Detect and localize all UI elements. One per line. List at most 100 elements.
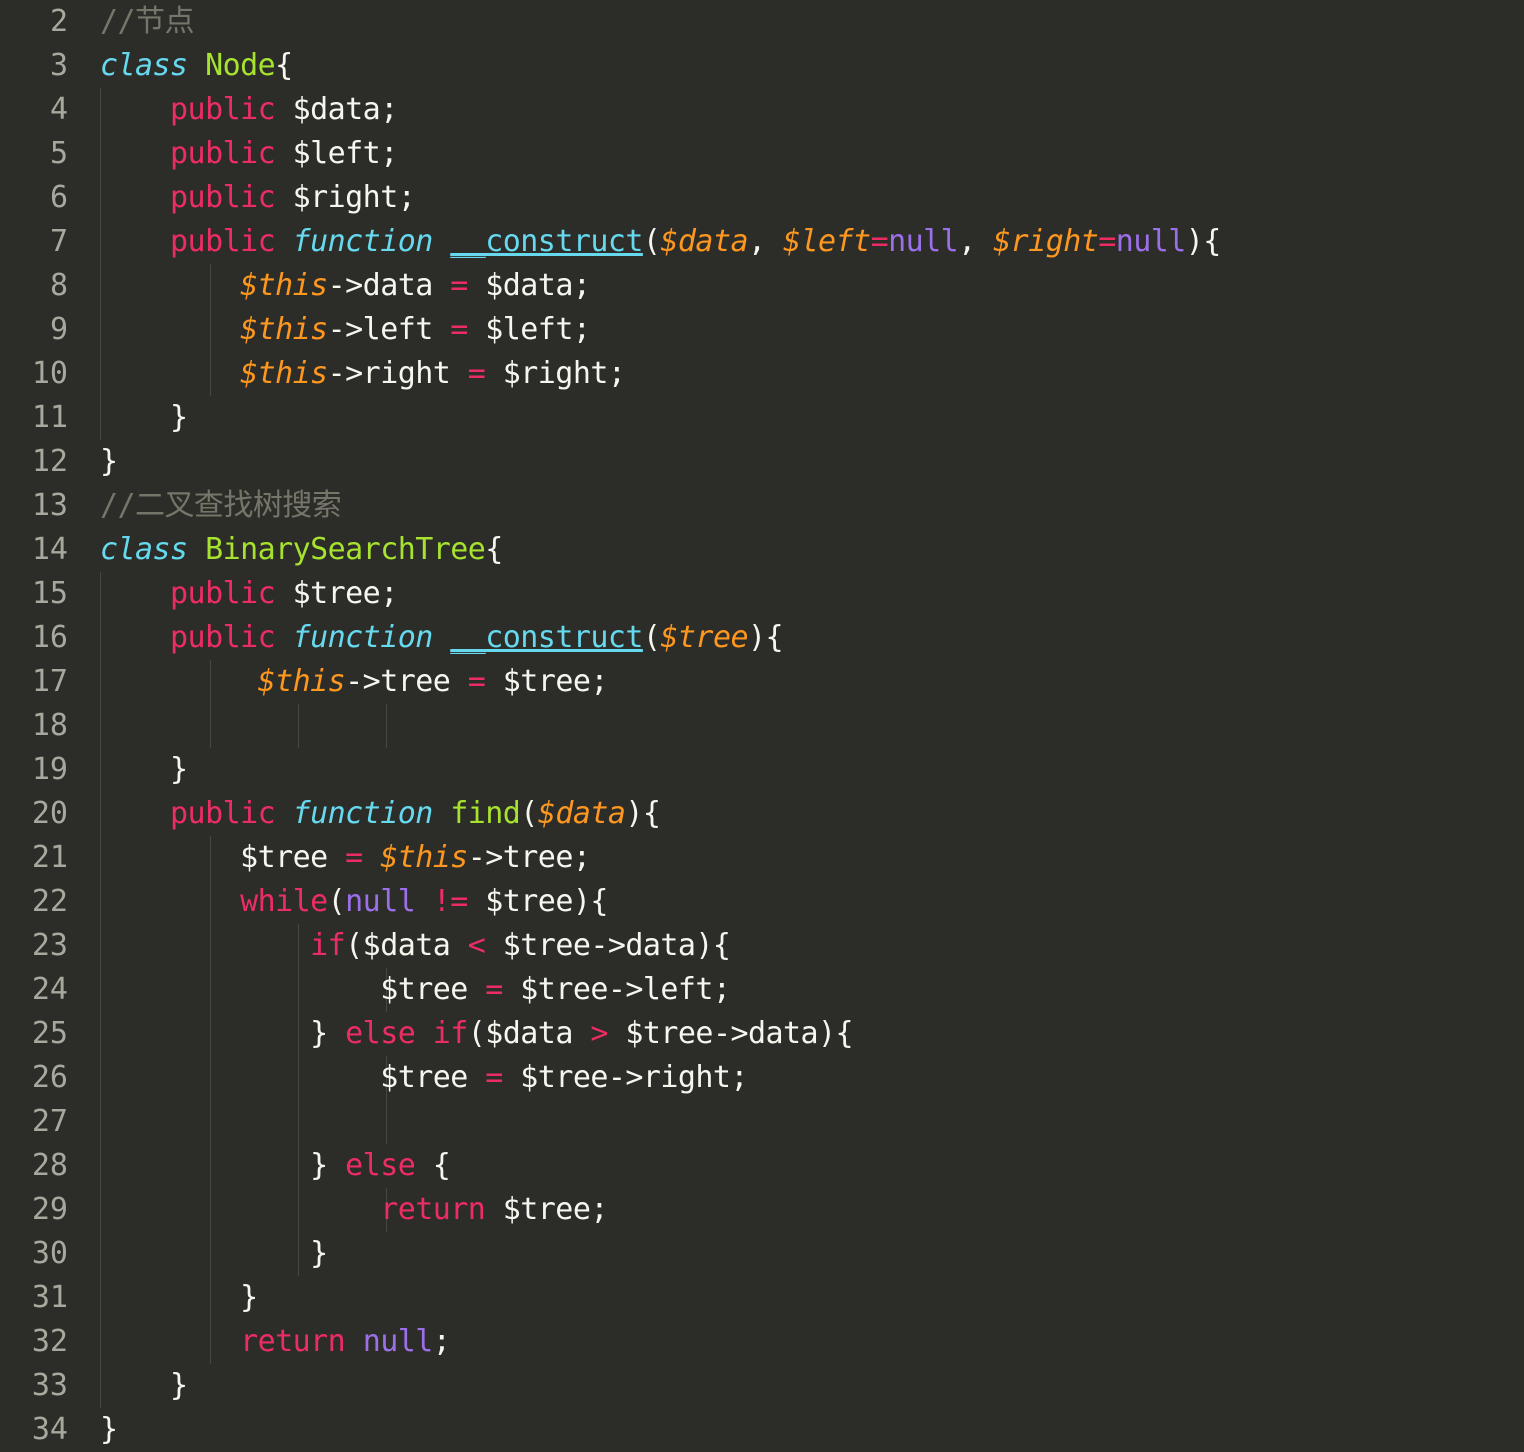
- code-line[interactable]: 12}: [0, 440, 1524, 484]
- code-line[interactable]: 34}: [0, 1408, 1524, 1452]
- token-op: =: [467, 356, 486, 391]
- token-kw: public: [170, 224, 276, 259]
- code-text[interactable]: return null;: [100, 1320, 451, 1364]
- code-line[interactable]: 11 }: [0, 396, 1524, 440]
- code-line[interactable]: 14 class BinarySearchTree{: [0, 528, 1524, 572]
- code-line[interactable]: 30 }: [0, 1232, 1524, 1276]
- token-var: $this: [380, 840, 468, 875]
- code-text[interactable]: public $right;: [100, 176, 416, 220]
- code-text[interactable]: return $tree;: [100, 1188, 608, 1232]
- code-line[interactable]: 16 public function __construct($tree){: [0, 616, 1524, 660]
- code-text[interactable]: //节点: [100, 0, 194, 44]
- token-pl: (: [642, 224, 661, 259]
- line-number: 2: [49, 4, 68, 39]
- code-text[interactable]: }: [100, 748, 188, 792]
- code-text[interactable]: }: [100, 440, 118, 484]
- code-text[interactable]: }: [100, 396, 188, 440]
- code-text[interactable]: }: [100, 1276, 258, 1320]
- line-number: 16: [31, 620, 68, 655]
- code-line[interactable]: 25 } else if($data > $tree->data){: [0, 1012, 1524, 1056]
- token-op: =: [450, 268, 468, 303]
- code-text[interactable]: class Node{: [100, 44, 293, 88]
- code-text[interactable]: public $tree;: [100, 572, 398, 616]
- code-text[interactable]: }: [100, 1232, 328, 1276]
- token-nl: null: [345, 884, 416, 919]
- token-kw: while: [240, 884, 328, 919]
- code-line[interactable]: 6 public $right;: [0, 176, 1524, 220]
- code-text[interactable]: $tree = $this->tree;: [100, 836, 591, 880]
- code-line[interactable]: 29 return $tree;: [0, 1188, 1524, 1232]
- code-text[interactable]: $tree = $tree->right;: [100, 1056, 748, 1100]
- code-text[interactable]: }: [100, 1364, 188, 1408]
- line-number: 9: [49, 312, 68, 347]
- code-text[interactable]: public $left;: [100, 132, 398, 176]
- code-line[interactable]: 17 $this->tree = $tree;: [0, 660, 1524, 704]
- code-line[interactable]: 18: [0, 704, 1524, 748]
- token-op: =: [450, 312, 468, 347]
- token-pl: $tree->right;: [502, 1060, 748, 1095]
- code-line[interactable]: 9 $this->left = $left;: [0, 308, 1524, 352]
- code-text[interactable]: $tree = $tree->left;: [100, 968, 731, 1012]
- token-kwi: class: [100, 532, 188, 567]
- token-pl: ,: [958, 224, 994, 259]
- code-text[interactable]: public $data;: [100, 88, 398, 132]
- token-pl: (: [327, 884, 346, 919]
- code-line[interactable]: 26 $tree = $tree->right;: [0, 1056, 1524, 1100]
- code-line[interactable]: 33 }: [0, 1364, 1524, 1408]
- code-text[interactable]: class BinarySearchTree{: [100, 528, 503, 572]
- code-text[interactable]: } else if($data > $tree->data){: [100, 1012, 853, 1056]
- code-text[interactable]: }: [100, 1408, 118, 1452]
- line-number: 29: [31, 1192, 68, 1227]
- code-line[interactable]: 31 }: [0, 1276, 1524, 1320]
- code-text[interactable]: public function __construct($tree){: [100, 616, 784, 660]
- code-text[interactable]: $this->left = $left;: [100, 308, 591, 352]
- code-text[interactable]: public function find($data){: [100, 792, 661, 836]
- code-line[interactable]: 15 public $tree;: [0, 572, 1524, 616]
- token-op: =: [345, 840, 363, 875]
- code-text[interactable]: while(null != $tree){: [100, 880, 608, 924]
- token-var: $tree: [660, 620, 748, 655]
- code-text[interactable]: public function __construct($data, $left…: [100, 220, 1221, 264]
- token-pl: }: [170, 1368, 188, 1403]
- code-editor[interactable]: 2 //节点 3 class Node{4 public $data; 5 public…: [0, 0, 1524, 1452]
- token-pl: }: [100, 444, 118, 479]
- code-line[interactable]: 2 //节点: [0, 0, 1524, 44]
- code-text[interactable]: } else {: [100, 1144, 451, 1188]
- line-number: 32: [31, 1324, 68, 1359]
- code-line[interactable]: 21 $tree = $this->tree;: [0, 836, 1524, 880]
- code-line[interactable]: 10 $this->right = $right;: [0, 352, 1524, 396]
- code-text[interactable]: $this->right = $right;: [100, 352, 626, 396]
- token-pl: ){: [747, 620, 784, 655]
- code-text[interactable]: $this->tree = $tree;: [100, 660, 609, 704]
- token-nl: null: [888, 224, 959, 259]
- code-line[interactable]: 7 public function __construct($data, $le…: [0, 220, 1524, 264]
- token-op: >: [590, 1016, 608, 1051]
- code-line[interactable]: 5 public $left;: [0, 132, 1524, 176]
- code-text[interactable]: if($data < $tree->data){: [100, 924, 731, 968]
- code-line[interactable]: 20 public function find($data){: [0, 792, 1524, 836]
- code-line[interactable]: 8 $this->data = $data;: [0, 264, 1524, 308]
- token-pl: {: [415, 1148, 451, 1183]
- token-pl: }: [310, 1236, 328, 1271]
- token-pl: $tree->left;: [502, 972, 731, 1007]
- code-line[interactable]: 32 return null;: [0, 1320, 1524, 1364]
- line-number: 6: [49, 180, 68, 215]
- code-line[interactable]: 4 public $data;: [0, 88, 1524, 132]
- code-text[interactable]: $this->data = $data;: [100, 264, 591, 308]
- code-line[interactable]: 3 class Node{: [0, 44, 1524, 88]
- code-line[interactable]: 13 //二叉查找树搜索: [0, 484, 1524, 528]
- code-line[interactable]: 23 if($data < $tree->data){: [0, 924, 1524, 968]
- code-line[interactable]: 28 } else {: [0, 1144, 1524, 1188]
- code-text[interactable]: //二叉查找树搜索: [100, 484, 342, 528]
- token-pl: $right;: [275, 180, 416, 215]
- code-line[interactable]: 19 }: [0, 748, 1524, 792]
- code-line[interactable]: 22 while(null != $tree){: [0, 880, 1524, 924]
- token-pl: }: [170, 400, 188, 435]
- code-line[interactable]: 27: [0, 1100, 1524, 1144]
- code-line[interactable]: 24 $tree = $tree->left;: [0, 968, 1524, 1012]
